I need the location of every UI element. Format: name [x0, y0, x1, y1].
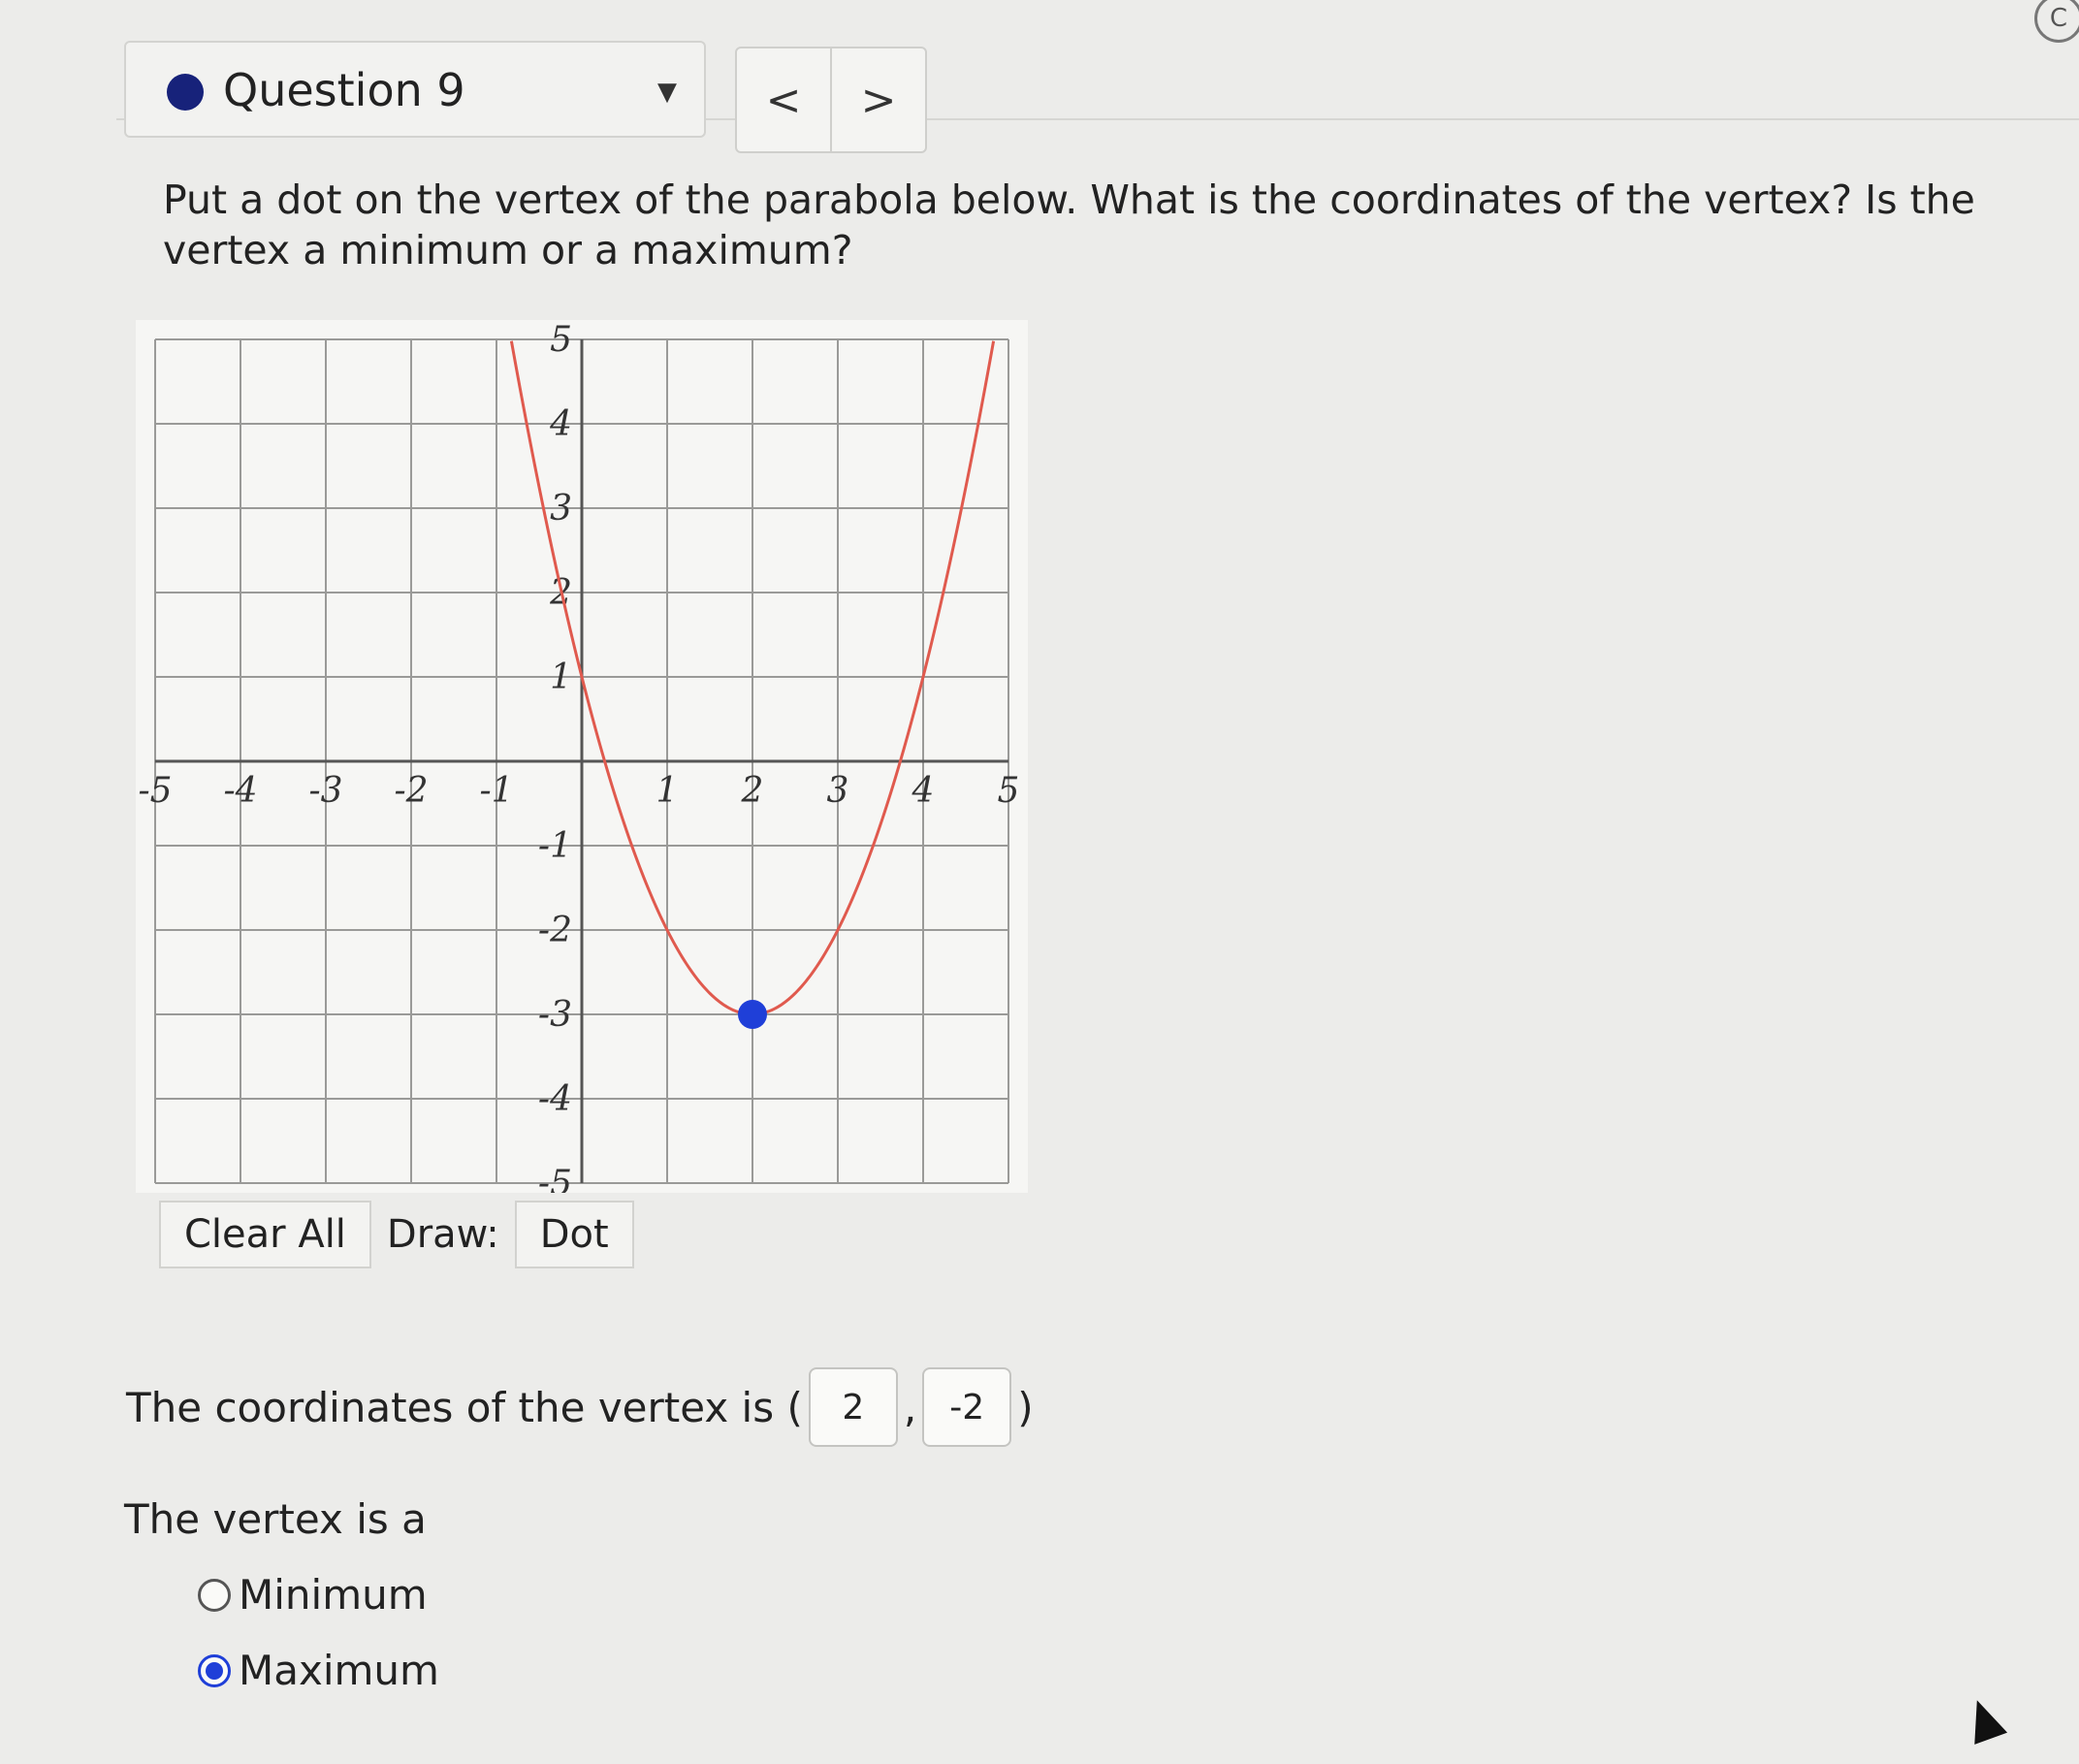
graph-toolbar: Clear All Draw: Dot — [159, 1201, 634, 1268]
x-tick-label: 2 — [741, 771, 764, 811]
x-coordinate-input[interactable]: 2 — [808, 1367, 898, 1447]
y-tick-label: 5 — [550, 320, 572, 360]
caret-down-icon: ▼ — [657, 78, 677, 107]
radio-minimum-label: Minimum — [239, 1571, 428, 1619]
y-tick-label: -1 — [538, 826, 572, 866]
x-tick-label: 1 — [656, 771, 679, 811]
question-status-dot — [167, 74, 204, 111]
x-tick-label: -3 — [308, 771, 342, 811]
dot-tool-button[interactable]: Dot — [514, 1201, 634, 1268]
question-nav: < > — [735, 47, 927, 153]
graph-canvas[interactable]: -5 -4 -3 -2 -1 1 2 3 4 5 5 4 3 2 1 -1 -2 -3 -4 -5 — [136, 320, 1028, 1193]
x-tick-label: -4 — [223, 771, 257, 811]
question-label: Question 9 — [223, 64, 465, 116]
previous-question-button[interactable]: < — [737, 48, 830, 151]
coordinate-separator: , — [903, 1383, 917, 1431]
question-selector[interactable]: Question 9 ▼ — [124, 41, 706, 138]
radio-maximum[interactable]: Maximum — [198, 1647, 439, 1694]
coordinates-prompt: The coordinates of the vertex is ( — [126, 1383, 803, 1431]
vertex-dot — [738, 1000, 767, 1029]
x-tick-label: -1 — [479, 771, 513, 811]
clear-all-button[interactable]: Clear All — [159, 1201, 371, 1268]
x-tick-label: 4 — [912, 771, 935, 811]
y-tick-label: -5 — [538, 1164, 572, 1193]
y-coordinate-input[interactable]: -2 — [922, 1367, 1012, 1447]
coordinates-close-paren: ) — [1017, 1383, 1034, 1431]
y-tick-label: -2 — [538, 911, 572, 950]
y-tick-label: -4 — [538, 1079, 572, 1119]
radio-maximum-label: Maximum — [239, 1647, 439, 1694]
draw-label: Draw: — [386, 1212, 499, 1257]
x-tick-label: 3 — [827, 771, 849, 811]
clock-icon[interactable]: C — [2034, 0, 2079, 43]
mouse-cursor-icon — [1960, 1694, 2008, 1745]
y-tick-label: -3 — [538, 995, 572, 1035]
x-tick-label: -5 — [138, 771, 172, 811]
radio-maximum-button[interactable] — [198, 1653, 231, 1687]
next-question-button[interactable]: > — [830, 48, 925, 151]
vertex-coordinates: The coordinates of the vertex is ( 2 , -… — [126, 1367, 1034, 1447]
y-tick-label: 3 — [550, 489, 572, 529]
radio-minimum[interactable]: Minimum — [198, 1571, 428, 1619]
question-prompt: Put a dot on the vertex of the parabola … — [163, 176, 1975, 273]
radio-minimum-button[interactable] — [198, 1578, 231, 1612]
x-tick-label: 5 — [998, 771, 1020, 811]
parabola-graph[interactable]: -5 -4 -3 -2 -1 1 2 3 4 554321-1-2-3-4-5 — [136, 320, 1028, 1193]
y-tick-label: 1 — [550, 657, 572, 697]
y-tick-label: 4 — [549, 404, 572, 444]
vertex-type-prompt: The vertex is a — [124, 1495, 427, 1543]
x-tick-label: -2 — [394, 771, 428, 811]
